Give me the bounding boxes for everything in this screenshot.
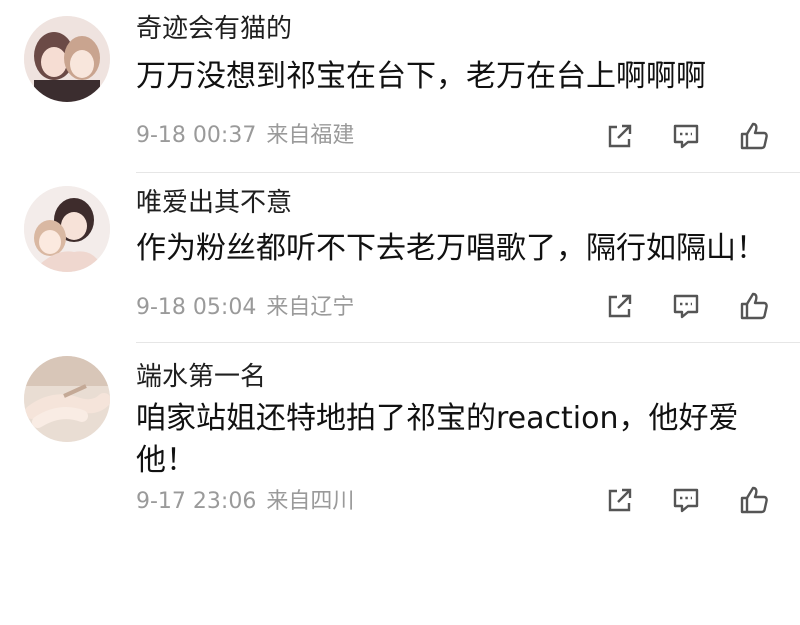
comment-time: 9-17 23:06: [136, 489, 257, 514]
username[interactable]: 奇迹会有猫的: [136, 12, 292, 46]
comment-location: 来自辽宁: [266, 295, 355, 320]
comment-text: 咱家站姐还特地拍了祁宝的reaction，他好爱他！: [136, 401, 739, 478]
comment-actions: [604, 120, 774, 152]
thumbs-up-icon: [740, 122, 768, 150]
comment-meta: 9-17 23:06 来自四川: [136, 488, 354, 516]
comment-location: 来自福建: [266, 123, 355, 148]
comment-item: 奇迹会有猫的 万万没想到祁宝在台下，老万在台上啊啊啊 9-18 00:37 来自福…: [0, 0, 800, 172]
reply-button[interactable]: [670, 120, 702, 152]
username[interactable]: 端水第一名: [136, 360, 266, 394]
thumbs-up-icon: [740, 486, 768, 514]
share-icon: [608, 294, 632, 318]
comment-actions: [604, 290, 774, 322]
reply-button[interactable]: [670, 484, 702, 516]
comment-time: 9-18 00:37: [136, 123, 257, 148]
comment-meta: 9-18 05:04 来自辽宁: [136, 294, 354, 322]
share-button[interactable]: [604, 484, 636, 516]
share-button[interactable]: [604, 120, 636, 152]
like-button[interactable]: [738, 484, 770, 516]
reply-button[interactable]: [670, 290, 702, 322]
comment-item: 唯爱出其不意 作为粉丝都听不下去老万唱歌了，隔行如隔山！ 9-18 05:04 来…: [0, 172, 800, 342]
comment-text: 作为粉丝都听不下去老万唱歌了，隔行如隔山！: [136, 231, 766, 266]
thumbs-up-icon: [740, 292, 768, 320]
comment-actions: [604, 484, 774, 516]
avatar[interactable]: [24, 16, 110, 102]
comment-icon: [673, 294, 699, 319]
username[interactable]: 唯爱出其不意: [136, 186, 292, 220]
avatar-illustration-icon: [24, 356, 110, 442]
like-button[interactable]: [738, 120, 770, 152]
comment-time: 9-18 05:04: [136, 295, 257, 320]
comment-icon: [673, 124, 699, 149]
comment-icon: [673, 488, 699, 513]
share-button[interactable]: [604, 290, 636, 322]
share-icon: [608, 124, 632, 148]
comment-meta: 9-18 00:37 来自福建: [136, 122, 354, 150]
avatar-illustration-icon: [24, 16, 110, 102]
comment-location: 来自四川: [266, 489, 355, 514]
avatar[interactable]: [24, 356, 110, 442]
comment-item: 端水第一名 咱家站姐还特地拍了祁宝的reaction，他好爱他！ 9-17 23…: [0, 342, 800, 542]
like-button[interactable]: [738, 290, 770, 322]
avatar-illustration-icon: [24, 186, 110, 272]
share-icon: [608, 488, 632, 512]
comment-text: 万万没想到祁宝在台下，老万在台上啊啊啊: [136, 59, 706, 94]
avatar[interactable]: [24, 186, 110, 272]
